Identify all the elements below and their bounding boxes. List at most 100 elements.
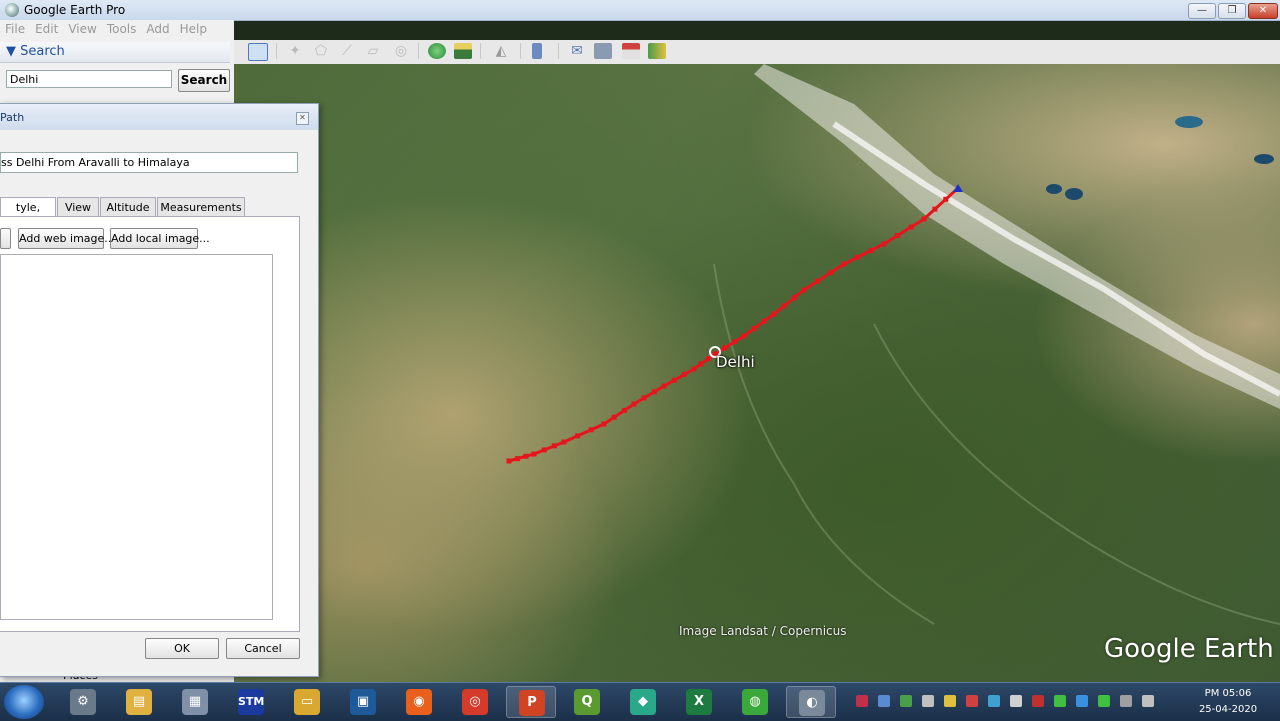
clock-date[interactable]: 25-04-2020	[1196, 704, 1260, 715]
search-panel-header[interactable]: ▼ Search	[0, 42, 230, 63]
taskbar-app-excel[interactable]: X	[674, 686, 724, 718]
tray-icon[interactable]	[1032, 695, 1044, 707]
placemark-icon[interactable]: ✦	[286, 43, 304, 59]
path-vertex	[541, 447, 547, 453]
view-in-maps-icon[interactable]	[648, 43, 666, 59]
path-vertex	[895, 233, 901, 238]
polygon-icon[interactable]: ⬠	[312, 43, 330, 59]
google-earth-pro-icon: ◐	[799, 690, 825, 716]
restore-button[interactable]: ❐	[1218, 3, 1246, 19]
tray-icon[interactable]	[878, 695, 890, 707]
imagery-attribution: Image Landsat / Copernicus	[679, 624, 847, 638]
taskbar-app-google-earth-pro[interactable]: ◐	[786, 686, 836, 718]
dialog-close-icon[interactable]: ✕	[296, 112, 309, 125]
planets-icon[interactable]: ◭	[492, 43, 510, 59]
add-local-image-button[interactable]: Add local image...	[110, 228, 210, 249]
tray-icon[interactable]	[1054, 695, 1066, 707]
search-input[interactable]: Delhi	[6, 70, 172, 88]
taskbar-app-filmora[interactable]: ◆	[618, 686, 668, 718]
tray-icon[interactable]	[944, 695, 956, 707]
menu-bar: File Edit View Tools Add Help	[0, 20, 234, 40]
path-vertex	[561, 439, 567, 445]
record-tour-icon[interactable]: ◎	[392, 43, 410, 59]
save-image-icon[interactable]	[622, 43, 640, 59]
taskbar-app-qgis[interactable]: Q	[562, 686, 612, 718]
cancel-button[interactable]: Cancel	[226, 638, 300, 659]
path-polyline[interactable]	[508, 188, 958, 463]
menu-tools[interactable]: Tools	[102, 20, 142, 38]
taskbar-app-folder[interactable]: ▤	[114, 686, 164, 718]
ruler-icon[interactable]	[532, 43, 542, 59]
menu-add[interactable]: Add	[141, 20, 174, 38]
path-vertex	[698, 361, 704, 367]
path-vertex	[691, 366, 697, 372]
description-textarea[interactable]	[0, 254, 273, 620]
path-name-input[interactable]: ss Delhi From Aravalli to Himalaya	[0, 152, 298, 173]
menu-edit[interactable]: Edit	[30, 20, 63, 38]
tray-icon[interactable]	[1120, 695, 1132, 707]
email-icon[interactable]: ✉	[568, 43, 586, 59]
path-vertex	[551, 443, 557, 449]
path-vertex	[621, 407, 627, 413]
path-vertex	[611, 414, 617, 420]
green-app-icon: ◍	[742, 689, 768, 715]
taskbar-app-calculator[interactable]: ▦	[170, 686, 220, 718]
historical-imagery-icon[interactable]	[428, 43, 446, 59]
tab-style-color[interactable]: tyle, Color	[0, 197, 56, 233]
start-button[interactable]	[4, 685, 44, 719]
tray-icon[interactable]	[922, 695, 934, 707]
link-button[interactable]	[0, 228, 11, 249]
tab-altitude[interactable]: Altitude	[100, 197, 156, 217]
tray-icon[interactable]	[988, 695, 1000, 707]
path-vertex	[841, 261, 847, 267]
path-vertex	[815, 278, 821, 284]
google-earth-logo: Google Earth	[1104, 634, 1274, 664]
image-overlay-icon[interactable]: ▱	[364, 43, 382, 59]
path-vertex	[791, 295, 797, 301]
path-vertex	[575, 433, 581, 439]
path-vertex	[651, 389, 657, 395]
map-view[interactable]: Delhi Image Landsat / Copernicus Google …	[234, 64, 1280, 682]
close-button[interactable]: ✕	[1248, 3, 1278, 19]
taskbar-app-stm-app[interactable]: STM	[226, 686, 276, 718]
qgis-icon: Q	[574, 689, 600, 715]
taskbar-app-green-app[interactable]: ◍	[730, 686, 780, 718]
taskbar-app-control-panel[interactable]: ⚙	[58, 686, 108, 718]
path-line[interactable]	[506, 188, 958, 464]
tray-icon[interactable]	[856, 695, 868, 707]
google-earth-icon	[5, 3, 19, 17]
menu-view[interactable]: View	[63, 20, 101, 38]
taskbar-app-chrome[interactable]: ◎	[450, 686, 500, 718]
path-vertex	[661, 383, 667, 389]
ok-button[interactable]: OK	[145, 638, 219, 659]
path-vertex	[828, 269, 834, 275]
dialog-title-bar[interactable]: Path ✕	[0, 104, 318, 130]
excel-icon: X	[686, 689, 712, 715]
clock-time[interactable]: PM 05:06	[1200, 688, 1256, 699]
taskbar-app-file-explorer[interactable]: ▭	[282, 686, 332, 718]
menu-help[interactable]: Help	[175, 20, 212, 38]
taskbar-app-firefox[interactable]: ◉	[394, 686, 444, 718]
taskbar-app-powerpoint[interactable]: P	[506, 686, 556, 718]
tab-view[interactable]: View	[57, 197, 99, 217]
map-overlay	[506, 64, 1280, 625]
tray-icon[interactable]	[1142, 695, 1154, 707]
sunlight-icon[interactable]	[454, 43, 472, 59]
tray-icon[interactable]	[1098, 695, 1110, 707]
tab-measurements[interactable]: Measurements	[157, 197, 245, 217]
tray-icon[interactable]	[1010, 695, 1022, 707]
taskbar-app-media-app[interactable]: ▣	[338, 686, 388, 718]
print-icon[interactable]	[594, 43, 612, 59]
menu-file[interactable]: File	[0, 20, 30, 38]
powerpoint-icon: P	[519, 690, 545, 716]
tray-icon[interactable]	[966, 695, 978, 707]
window-title-bar[interactable]: Google Earth Pro — ❐ ✕	[0, 0, 1280, 21]
minimize-button[interactable]: —	[1188, 3, 1216, 19]
path-vertex	[588, 427, 594, 433]
sidebar-toggle-icon[interactable]	[248, 43, 268, 61]
add-web-image-button[interactable]: Add web image...	[18, 228, 115, 249]
tray-icon[interactable]	[900, 695, 912, 707]
path-icon[interactable]: ⟋	[338, 43, 356, 59]
tray-icon[interactable]	[1076, 695, 1088, 707]
search-button[interactable]: Search	[178, 69, 230, 92]
